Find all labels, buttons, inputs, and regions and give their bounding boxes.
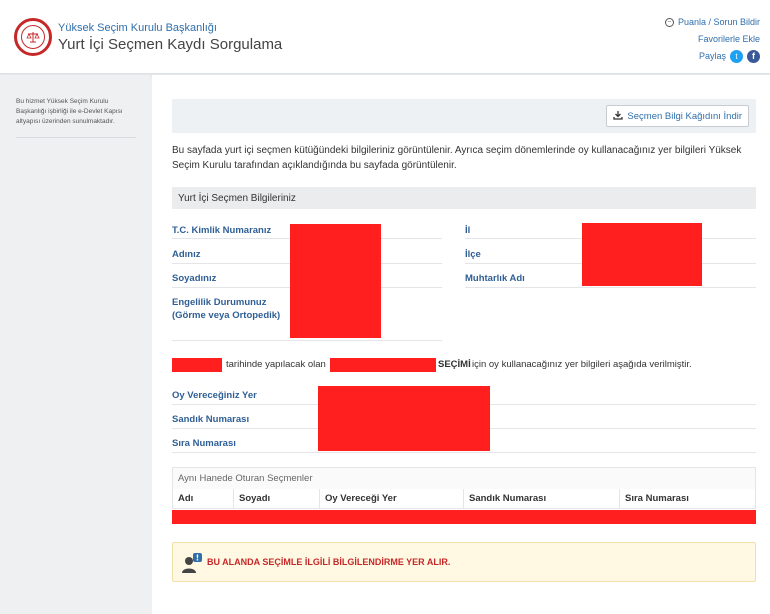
tc-label: T.C. Kimlik Numaranız — [172, 225, 272, 236]
section-title: Yurt İçi Seçmen Bilgileriniz — [172, 187, 756, 209]
redacted-vote-info — [318, 386, 490, 451]
favorites-link[interactable]: Favorilerle Ekle — [665, 31, 760, 48]
sentence-part1: tarihinde yapılacak olan — [226, 359, 326, 370]
page-header: Yüksek Seçim Kurulu Başkanlığı Yurt İçi … — [0, 0, 770, 74]
download-label: Seçmen Bilgi Kağıdını İndir — [627, 110, 742, 122]
row-divider — [172, 452, 756, 453]
box-number-label: Sandık Numarası — [172, 414, 250, 425]
redacted-date — [172, 358, 222, 372]
redacted-address-info — [582, 223, 702, 286]
page-title: Yurt İçi Seçmen Kaydı Sorgulama — [58, 36, 283, 53]
col-vote-place: Oy Vereceği Yer — [325, 493, 397, 504]
svg-text:!: ! — [196, 554, 200, 563]
row-divider — [465, 287, 756, 288]
district-label: İlçe — [465, 249, 481, 260]
share-row: Paylaş t f — [665, 48, 760, 65]
col-separator — [463, 489, 464, 509]
service-note: Bu hizmet Yüksek Seçim Kurulu Başkanlığı… — [16, 97, 136, 138]
col-sequence-number: Sıra Numarası — [625, 493, 689, 504]
col-box-number: Sandık Numarası — [469, 493, 547, 504]
feedback-icon: – — [664, 18, 674, 27]
household-table-header: Adı Soyadı Oy Vereceği Yer Sandık Numara… — [172, 489, 756, 509]
sentence-bold: SEÇİMİ — [438, 359, 471, 370]
toolbar: Seçmen Bilgi Kağıdını İndir — [172, 99, 756, 133]
facebook-icon[interactable]: f — [747, 50, 760, 63]
feedback-link[interactable]: – Puanla / Sorun Bildir — [664, 14, 760, 31]
col-separator — [319, 489, 320, 509]
download-voter-card-button[interactable]: Seçmen Bilgi Kağıdını İndir — [606, 105, 749, 127]
household-section-title: Aynı Hanede Oturan Seçmenler — [172, 467, 756, 490]
col-surname: Soyadı — [239, 493, 271, 504]
neighborhood-label: Muhtarlık Adı — [465, 273, 525, 284]
name-label: Adınız — [172, 249, 201, 260]
info-box: ! BU ALANDA SEÇİMLE İLGİLİ BİLGİLENDİRME… — [172, 542, 756, 582]
redacted-election-name — [330, 358, 436, 372]
ysk-logo[interactable] — [14, 18, 52, 56]
org-name[interactable]: Yüksek Seçim Kurulu Başkanlığı — [58, 22, 217, 34]
redacted-personal-info — [290, 224, 381, 338]
scales-icon — [21, 25, 45, 49]
col-separator — [619, 489, 620, 509]
sentence-part2: için oy kullanacağınız yer bilgileri aşa… — [472, 359, 692, 370]
surname-label: Soyadınız — [172, 273, 217, 284]
sequence-number-label: Sıra Numarası — [172, 438, 236, 449]
share-label: Paylaş — [698, 51, 726, 61]
favorites-label: Favorilerle Ekle — [697, 34, 760, 44]
user-info-icon: ! — [181, 552, 203, 574]
sidebar: Bu hizmet Yüksek Seçim Kurulu Başkanlığı… — [0, 75, 150, 614]
disability-label: Engelilik Durumunuz (Görme veya Ortopedi… — [172, 297, 281, 321]
main-content: Seçmen Bilgi Kağıdını İndir Bu sayfada y… — [152, 75, 770, 614]
intro-text: Bu sayfada yurt içi seçmen kütüğündeki b… — [172, 145, 742, 171]
province-label: İl — [465, 225, 471, 236]
info-message: BU ALANDA SEÇİMLE İLGİLİ BİLGİLENDİRME Y… — [207, 557, 451, 567]
feedback-label: Puanla / Sorun Bildir — [677, 17, 760, 27]
election-sentence: tarihinde yapılacak olan SEÇİMİ için oy … — [172, 357, 756, 375]
redacted-household-row — [172, 510, 756, 524]
twitter-icon[interactable]: t — [730, 50, 743, 63]
download-icon — [613, 110, 624, 123]
col-separator — [233, 489, 234, 509]
row-divider — [172, 340, 442, 341]
vote-place-label: Oy Vereceğiniz Yer — [172, 390, 257, 401]
col-name: Adı — [178, 493, 194, 504]
header-links: – Puanla / Sorun Bildir Favorilerle Ekle… — [664, 14, 760, 65]
